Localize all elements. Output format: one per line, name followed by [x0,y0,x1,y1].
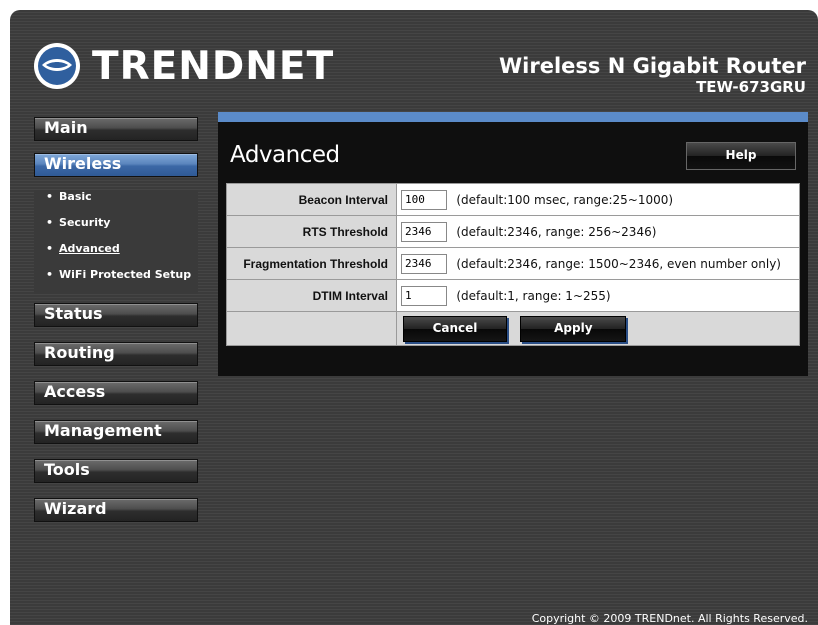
beacon-interval-input[interactable] [401,189,447,210]
dtim-interval-note: (default:1, range: 1~255) [456,288,611,303]
fragmentation-threshold-label: Fragmentation Threshold [226,247,397,280]
apply-button[interactable]: Apply [520,315,627,342]
product-model: TEW-673GRU [696,78,806,96]
table-row: RTS Threshold (default:2346, range: 256~… [226,215,800,248]
product-name: Wireless N Gigabit Router [498,54,806,78]
product-info: Wireless N Gigabit Router TEW-673GRU [499,54,806,96]
button-row: Cancel Apply [226,311,800,346]
beacon-interval-note: (default:100 msec, range:25~1000) [456,192,674,207]
nav-main[interactable]: Main [34,117,198,141]
rts-threshold-note: (default:2346, range: 256~2346) [456,224,657,239]
table-row: DTIM Interval (default:1, range: 1~255) [226,279,800,312]
advanced-settings-table: Beacon Interval (default:100 msec, range… [226,183,800,346]
logo-text: TRENDNET [92,43,335,89]
nav-tools[interactable]: Tools [34,459,198,483]
nav-wizard[interactable]: Wizard [34,498,198,522]
fragmentation-threshold-input[interactable] [401,253,447,274]
table-row: Fragmentation Threshold (default:2346, r… [226,247,800,280]
subnav-wifi-protected-setup[interactable]: • WiFi Protected Setup [46,268,191,281]
nav-status[interactable]: Status [34,303,198,327]
nav-access[interactable]: Access [34,381,198,405]
dtim-interval-label: DTIM Interval [226,279,397,312]
page-title: Advanced [230,142,340,168]
copyright-text: Copyright © 2009 TRENDnet. All Rights Re… [531,612,808,625]
nav-management[interactable]: Management [34,420,198,444]
wireless-submenu: • Basic • Security • Advanced • WiFi Protect… [34,190,198,294]
subnav-security[interactable]: • Security [46,216,110,229]
beacon-interval-label: Beacon Interval [226,183,397,216]
help-button[interactable]: Help [686,142,796,170]
trendnet-logo: TRENDNET [32,40,334,92]
nav-routing[interactable]: Routing [34,342,198,366]
rts-threshold-input[interactable] [401,221,447,242]
nav-wireless[interactable]: Wireless [34,153,198,177]
subnav-advanced[interactable]: • Advanced [46,242,120,255]
table-row: Beacon Interval (default:100 msec, range… [226,183,800,216]
trendnet-logo-icon [34,43,80,89]
router-admin-window: TRENDNET Wireless N Gigabit Router TEW-6… [10,10,818,625]
rts-threshold-label: RTS Threshold [226,215,397,248]
cancel-button[interactable]: Cancel [403,315,507,342]
fragmentation-threshold-note: (default:2346, range: 1500~2346, even nu… [456,256,781,271]
advanced-panel: Advanced Help Beacon Interval (default:1… [218,112,808,376]
subnav-basic[interactable]: • Basic [46,190,92,203]
dtim-interval-input[interactable] [401,285,447,306]
